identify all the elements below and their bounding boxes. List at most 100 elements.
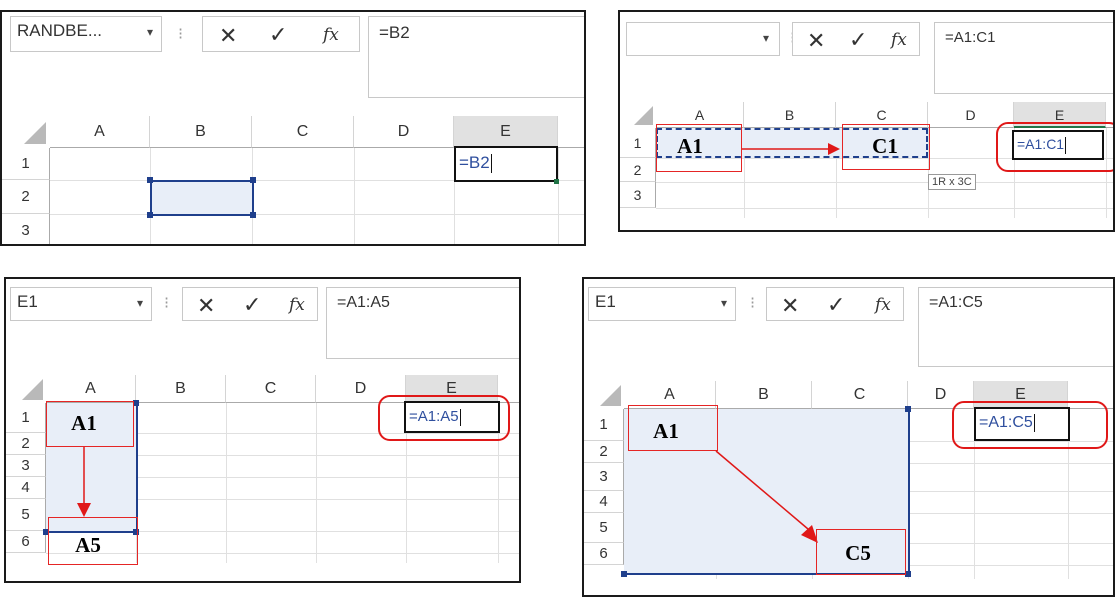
column-header-b[interactable]: B [716,381,812,409]
row-header-3[interactable]: 3 [6,455,46,477]
row-header-1[interactable]: 1 [6,403,46,433]
formula-buttons: ✕ ✓ fx [792,22,920,56]
formula-bar[interactable]: =B2 [368,16,584,98]
formula-text: =A1:C5 [929,294,983,311]
selection-handle[interactable] [147,177,153,183]
confirm-icon[interactable]: ✓ [243,294,261,316]
column-header-b[interactable]: B [744,102,836,128]
formula-buttons: ✕ ✓ fx [766,287,904,321]
row-header-1[interactable]: 1 [2,148,50,180]
name-box-dropdown-icon[interactable]: ▾ [763,31,769,45]
column-header-b[interactable]: B [136,375,226,403]
separator-icon: ⁝ [750,295,756,312]
grid-line [226,403,227,563]
name-box-dropdown-icon[interactable]: ▾ [147,25,153,39]
formula-bar[interactable]: =A1:C1 [934,22,1113,94]
column-header-a[interactable]: A [46,375,136,403]
row-header-3[interactable]: 3 [584,463,624,491]
name-box-dropdown-icon[interactable]: ▾ [137,296,143,310]
name-box-dropdown-icon[interactable]: ▾ [721,296,727,310]
active-cell-editor[interactable]: =A1:C5 [974,407,1070,441]
formula-buttons: ✕ ✓ fx [182,287,318,321]
row-header-3[interactable]: 3 [620,182,656,208]
range-size-tooltip: 1R x 3C [928,174,976,190]
formula-text: =A1:C1 [945,29,996,46]
confirm-icon[interactable]: ✓ [827,294,845,316]
selection-handle[interactable] [250,177,256,183]
name-box[interactable]: RANDBE... ▾ [10,16,162,52]
insert-function-icon[interactable]: fx [289,295,305,315]
select-all-corner[interactable] [584,381,624,409]
separator-icon: ⁝ [164,295,170,312]
active-cell-editor[interactable]: =A1:A5 [404,401,500,433]
cell-edit-text: =A1:C1 [1017,136,1065,152]
formula-bar[interactable]: =A1:A5 [326,287,519,359]
name-box[interactable]: E1 ▾ [588,287,736,321]
cancel-icon[interactable]: ✕ [197,295,215,317]
selection-handle[interactable] [147,212,153,218]
cell-edit-text: =B2 [459,153,490,172]
cancel-icon[interactable]: ✕ [219,25,237,47]
cancel-icon[interactable]: ✕ [781,295,799,317]
grid-line [656,208,1113,209]
select-all-corner[interactable] [6,375,46,403]
row-header-1[interactable]: 1 [620,128,656,158]
insert-function-icon[interactable]: fx [323,25,339,45]
referenced-cell-b2[interactable] [150,180,254,216]
column-header-c[interactable]: C [812,381,908,409]
column-header-c[interactable]: C [226,375,316,403]
row-header-4[interactable]: 4 [6,477,46,499]
confirm-icon[interactable]: ✓ [849,29,867,51]
formula-buttons: ✕ ✓ fx [202,16,360,52]
grid-line [50,214,584,215]
active-cell-editor[interactable]: =B2 [454,146,558,182]
row-header-2[interactable]: 2 [2,180,50,214]
separator-icon: ⁝ [178,26,184,43]
fill-handle[interactable] [554,179,559,184]
column-header-e[interactable]: E [454,116,558,148]
cell-edit-text: =A1:C5 [979,414,1033,432]
selection-handle[interactable] [621,571,627,577]
name-box[interactable]: ▾ [626,22,780,56]
formula-bar[interactable]: =A1:C5 [918,287,1113,367]
row-header-2[interactable]: 2 [620,158,656,182]
column-header-d[interactable]: D [354,116,454,148]
row-header-6[interactable]: 6 [584,543,624,565]
row-header-1[interactable]: 1 [584,409,624,441]
row-header-2[interactable]: 2 [584,441,624,463]
row-header-3[interactable]: 3 [2,214,50,244]
row-header-2[interactable]: 2 [6,433,46,455]
name-box-text: RANDBE... [17,21,103,40]
arrow-a1-to-a5 [77,447,91,517]
selection-handle[interactable] [250,212,256,218]
panel-reference-a1-a5: E1 ▾ ⁝ ✕ ✓ fx =A1:A5 A B C D E 1 2 3 4 5… [4,277,521,583]
text-cursor [1065,136,1067,154]
panel-reference-a1-c1: ▾ ⁝ ✕ ✓ fx =A1:C1 A B C D E 1 2 3 A1 C1 … [618,10,1115,232]
column-header-c[interactable]: C [252,116,354,148]
arrow-a1-to-c1 [742,143,840,155]
row-header-4[interactable]: 4 [584,491,624,513]
column-header-b[interactable]: B [150,116,252,148]
insert-function-icon[interactable]: fx [891,30,907,50]
selection-handle[interactable] [905,406,911,412]
label-c5: C5 [845,541,871,565]
column-header-f[interactable] [558,116,584,148]
label-a1: A1 [653,419,679,443]
name-box-text: E1 [595,292,616,311]
label-a1: A1 [677,134,703,158]
cancel-icon[interactable]: ✕ [807,30,825,52]
select-all-corner[interactable] [2,116,50,148]
insert-function-icon[interactable]: fx [875,295,891,315]
arrow-a1-to-c5 [715,450,818,543]
name-box-text: E1 [17,292,38,311]
row-header-5[interactable]: 5 [6,499,46,531]
active-cell-editor[interactable]: =A1:C1 [1012,130,1104,160]
panel-reference-b2: RANDBE... ▾ ⁝ ✕ ✓ fx =B2 A B C D E 1 2 3… [0,10,586,246]
row-header-5[interactable]: 5 [584,513,624,543]
column-header-a[interactable]: A [50,116,150,148]
name-box[interactable]: E1 ▾ [10,287,152,321]
row-header-6[interactable]: 6 [6,531,46,553]
label-a1: A1 [71,411,97,435]
confirm-icon[interactable]: ✓ [269,24,287,46]
select-all-corner[interactable] [620,102,656,128]
